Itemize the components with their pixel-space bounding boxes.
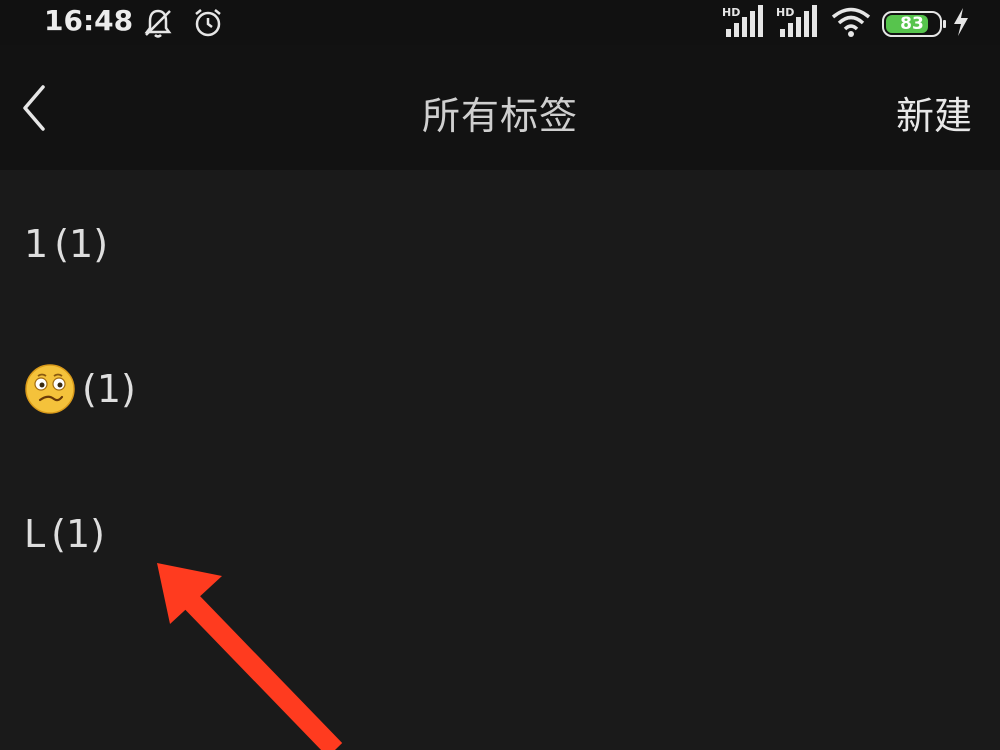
tag-item-1[interactable]: 1 (1) — [0, 170, 1000, 315]
status-time: 16:48 — [44, 4, 134, 37]
battery-level: 83 — [900, 14, 924, 34]
signal-badge-2: HD — [776, 6, 794, 19]
signal-badge-1: HD — [722, 6, 740, 19]
tag-label: 1 (1) — [24, 222, 108, 266]
nav-bar: 所有标签 新建 — [0, 45, 1000, 170]
new-tag-button[interactable]: 新建 — [896, 85, 972, 140]
battery-cap — [943, 20, 946, 28]
confused-face-icon — [25, 364, 75, 414]
page-title: 所有标签 — [421, 94, 578, 138]
tag-label: L (1) — [24, 512, 105, 556]
signal-strength-icon-2: HD — [776, 5, 820, 43]
battery-icon: 83 — [882, 11, 946, 37]
alarm-clock-icon — [190, 5, 226, 45]
tag-item-L[interactable]: L (1) — [0, 460, 1000, 605]
tag-count: (1) — [54, 222, 109, 266]
tag-count: (1) — [51, 512, 105, 556]
wifi-icon — [830, 5, 872, 43]
mute-bell-icon — [140, 5, 176, 45]
tag-item-emoji[interactable]: (1) — [0, 315, 1000, 460]
tag-count: (1) — [82, 367, 136, 411]
status-left-icons — [140, 5, 226, 45]
status-bar: 16:48 HD HD 83 — [0, 0, 1000, 45]
tag-label: (1) — [24, 363, 136, 415]
signal-strength-icon: HD — [722, 5, 766, 43]
status-right-icons: HD HD 83 — [722, 5, 970, 43]
charging-bolt-icon — [952, 7, 970, 41]
tag-name: L — [24, 512, 46, 556]
tag-name: 1 — [24, 222, 49, 266]
